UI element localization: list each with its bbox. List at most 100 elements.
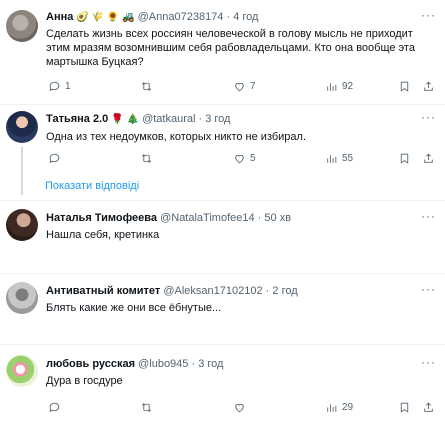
timestamp[interactable]: 2 год — [272, 285, 297, 297]
share-icon — [424, 153, 433, 163]
more-options-icon[interactable]: ··· — [421, 355, 436, 369]
show-replies-link[interactable]: Показати відповіді — [45, 180, 139, 192]
separator: · — [191, 358, 196, 370]
author-handle[interactable]: @tatkaural — [142, 113, 195, 125]
avatar[interactable] — [6, 209, 38, 241]
views-icon — [327, 155, 337, 163]
tweet-text-line: Блять какие же они все ёбнутые... — [46, 302, 222, 314]
timestamp[interactable]: 4 год — [233, 11, 258, 23]
retweet-button[interactable] — [140, 80, 157, 93]
like-button[interactable]: 7 — [233, 80, 256, 93]
tweet-text-line: Сделать жизнь всех россиян человеческой … — [46, 28, 413, 40]
separator: · — [226, 11, 231, 23]
retweet-icon — [141, 154, 152, 163]
tweet-text-line: этим мразям возомнившим себя рабовладель… — [46, 42, 415, 54]
views-button[interactable]: 92 — [325, 80, 353, 93]
avatar[interactable] — [6, 111, 38, 143]
retweet-button[interactable] — [140, 152, 157, 165]
reply-button[interactable] — [48, 152, 65, 165]
share-icon — [424, 81, 433, 91]
tweet-text: Дура в госдуре — [46, 374, 441, 388]
tweet-natalia[interactable]: Наталья Тимофеева @NatalaTimofee14 · 50 … — [0, 201, 445, 273]
avatar[interactable] — [6, 355, 38, 387]
author-name[interactable]: Татьяна 2.0 — [46, 113, 108, 125]
author-handle[interactable]: @Aleksan17102102 — [163, 285, 262, 297]
tweet-anna[interactable]: Анна 🥑 🌾 🌻 🚜 @Anna07238174 · 4 год ··· С… — [0, 0, 445, 104]
bookmark-icon — [400, 153, 409, 164]
thread-line — [21, 147, 23, 195]
share-button[interactable] — [422, 152, 435, 165]
reply-icon — [49, 153, 60, 164]
bookmark-icon — [400, 402, 409, 413]
like-count: 7 — [250, 81, 256, 92]
bookmark-button[interactable] — [398, 80, 411, 93]
tweet-text: Блять какие же они все ёбнутые... — [46, 301, 441, 315]
name-emojis: 🌹 🎄 — [111, 114, 139, 125]
bookmark-icon — [400, 81, 409, 92]
avatar[interactable] — [6, 282, 38, 314]
view-count: 55 — [342, 153, 354, 164]
separator: · — [257, 212, 262, 224]
more-options-icon[interactable]: ··· — [421, 282, 436, 296]
tweet-actions: 5 55 — [40, 152, 440, 168]
tweet-header: любовь русская @lubo945 · 3 год — [46, 357, 223, 371]
tweet-tatiana[interactable]: Татьяна 2.0 🌹 🎄 @tatkaural · 3 год ··· О… — [0, 105, 445, 199]
views-button[interactable]: 29 — [325, 401, 353, 414]
view-count: 92 — [342, 81, 354, 92]
like-button[interactable] — [233, 401, 250, 414]
author-name[interactable]: любовь русская — [46, 358, 135, 370]
tweet-text-line: мартышка Буцкая? — [46, 56, 144, 68]
tweet-header: Татьяна 2.0 🌹 🎄 @tatkaural · 3 год — [46, 112, 230, 127]
tweet-text: Сделать жизнь всех россиян человеческой … — [46, 27, 441, 69]
author-handle[interactable]: @lubo945 — [138, 358, 188, 370]
name-emojis: 🥑 🌾 🌻 🚜 — [76, 12, 135, 23]
reply-icon — [49, 81, 60, 92]
timestamp[interactable]: 3 год — [198, 358, 223, 370]
retweet-button[interactable] — [140, 401, 157, 414]
timestamp[interactable]: 50 хв — [264, 212, 291, 224]
views-button[interactable]: 55 — [325, 152, 353, 165]
retweet-icon — [141, 403, 152, 412]
tweet-text: Одна из тех недоумков, которых никто не … — [46, 130, 441, 144]
more-options-icon[interactable]: ··· — [421, 209, 436, 223]
tweet-lubov[interactable]: любовь русская @lubo945 · 3 год ··· Дура… — [0, 345, 445, 427]
more-options-icon[interactable]: ··· — [421, 110, 436, 124]
reply-count: 1 — [65, 81, 71, 92]
share-button[interactable] — [422, 80, 435, 93]
reply-button[interactable]: 1 — [48, 80, 71, 93]
like-button[interactable]: 5 — [233, 152, 256, 165]
bookmark-button[interactable] — [398, 401, 411, 414]
views-icon — [327, 404, 337, 412]
tweet-header: Анна 🥑 🌾 🌻 🚜 @Anna07238174 · 4 год — [46, 10, 258, 25]
like-count: 5 — [250, 153, 256, 164]
author-handle[interactable]: @NatalaTimofee14 — [160, 212, 255, 224]
separator: · — [198, 113, 203, 125]
tweet-actions: 1 7 92 — [40, 80, 440, 96]
views-icon — [327, 83, 337, 91]
view-count: 29 — [342, 402, 354, 413]
author-handle[interactable]: @Anna07238174 — [138, 11, 224, 23]
tweet-antivatny[interactable]: Антиватный комитет @Aleksan17102102 · 2 … — [0, 274, 445, 344]
bookmark-button[interactable] — [398, 152, 411, 165]
heart-icon — [235, 154, 244, 164]
tweet-text-line: Дура в госдуре — [46, 375, 123, 387]
author-name[interactable]: Анна — [46, 11, 73, 23]
tweet-text-line: Нашла себя, кретинка — [46, 229, 160, 241]
share-icon — [424, 402, 433, 412]
avatar[interactable] — [6, 10, 38, 42]
timestamp[interactable]: 3 год — [205, 113, 230, 125]
separator: · — [265, 285, 270, 297]
heart-icon — [235, 403, 244, 413]
author-name[interactable]: Антиватный комитет — [46, 285, 160, 297]
author-name[interactable]: Наталья Тимофеева — [46, 212, 157, 224]
reply-icon — [49, 402, 60, 413]
reply-button[interactable] — [48, 401, 65, 414]
heart-icon — [235, 82, 244, 92]
tweet-header: Антиватный комитет @Aleksan17102102 · 2 … — [46, 284, 298, 298]
tweet-actions: 29 — [40, 401, 440, 417]
more-options-icon[interactable]: ··· — [421, 8, 436, 22]
tweet-header: Наталья Тимофеева @NatalaTimofee14 · 50 … — [46, 211, 291, 225]
tweet-text-line: Одна из тех недоумков, которых никто не … — [46, 131, 307, 143]
share-button[interactable] — [422, 401, 435, 414]
tweet-text: Нашла себя, кретинка — [46, 228, 441, 242]
